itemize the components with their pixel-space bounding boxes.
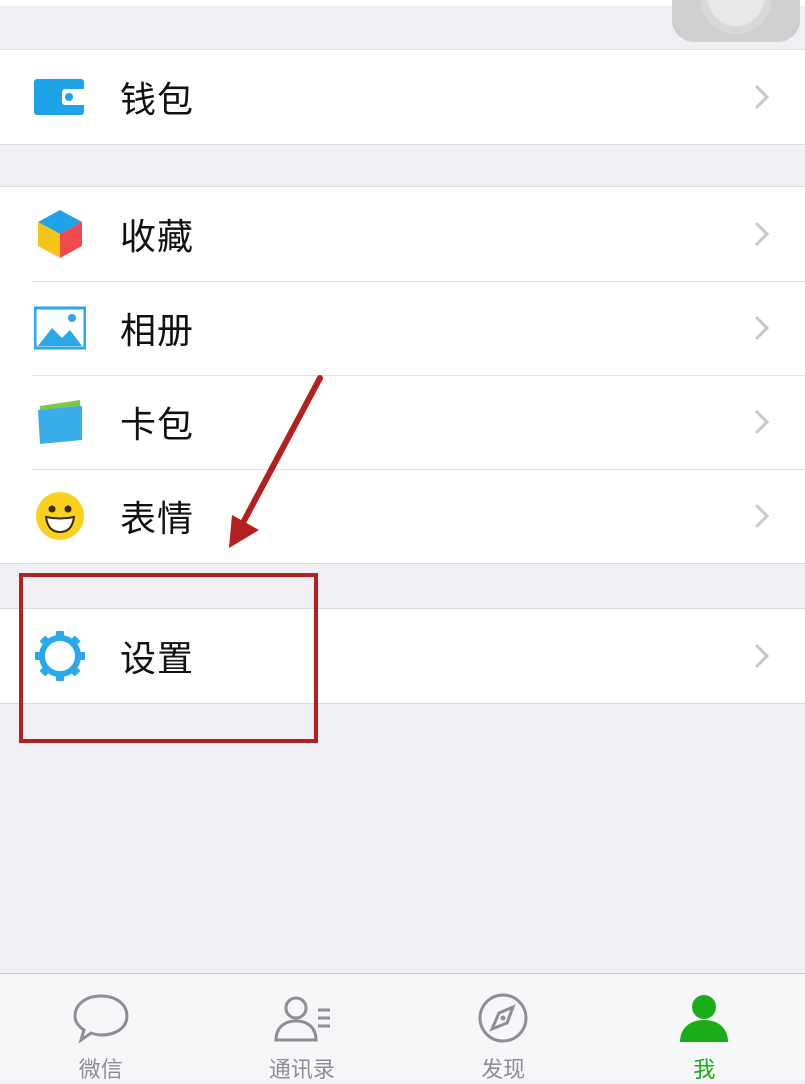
menu-item-label: 设置 bbox=[120, 639, 195, 680]
chevron-right-icon bbox=[751, 641, 773, 671]
assistive-touch-button[interactable] bbox=[672, 0, 800, 42]
card-wallet-icon bbox=[34, 396, 86, 448]
tab-label: 我 bbox=[693, 1058, 716, 1083]
chat-bubble-icon bbox=[71, 992, 131, 1044]
settings-gear-icon bbox=[34, 630, 86, 682]
wallet-icon bbox=[34, 71, 86, 123]
album-photo-icon bbox=[34, 302, 86, 354]
chevron-right-icon bbox=[751, 219, 773, 249]
menu-item-label: 钱包 bbox=[120, 80, 195, 121]
chevron-right-icon bbox=[751, 501, 773, 531]
chevron-right-icon bbox=[751, 82, 773, 112]
features-group: 收藏 相册 卡包 表情 bbox=[0, 186, 805, 564]
menu-item-label: 相册 bbox=[120, 311, 195, 352]
person-icon bbox=[674, 992, 734, 1044]
menu-item-label: 卡包 bbox=[120, 405, 195, 446]
tab-chats[interactable]: 微信 bbox=[0, 974, 201, 1083]
menu-item-wallet[interactable]: 钱包 bbox=[0, 50, 805, 144]
compass-icon bbox=[473, 992, 533, 1044]
chevron-right-icon bbox=[751, 407, 773, 437]
smiley-face-icon bbox=[34, 490, 86, 542]
tab-label: 发现 bbox=[481, 1058, 526, 1083]
menu-item-album[interactable]: 相册 bbox=[0, 281, 805, 375]
favorites-cube-icon bbox=[34, 208, 86, 260]
menu-item-label: 表情 bbox=[120, 499, 195, 540]
bottom-tab-bar: 微信 通讯录 发现 我 bbox=[0, 973, 805, 1083]
tab-label: 微信 bbox=[78, 1058, 123, 1083]
menu-item-label: 收藏 bbox=[120, 217, 195, 258]
contacts-icon bbox=[272, 992, 332, 1044]
tab-discover[interactable]: 发现 bbox=[403, 974, 604, 1083]
wallet-group: 钱包 bbox=[0, 49, 805, 145]
me-page: 钱包 收藏 相册 卡包 表情 设置 微信 通讯录 发现 我 bbox=[0, 0, 805, 1083]
tab-contacts[interactable]: 通讯录 bbox=[201, 974, 402, 1083]
chevron-right-icon bbox=[751, 313, 773, 343]
settings-group: 设置 bbox=[0, 608, 805, 704]
menu-item-settings[interactable]: 设置 bbox=[0, 609, 805, 703]
menu-item-favorites[interactable]: 收藏 bbox=[0, 187, 805, 281]
tab-me[interactable]: 我 bbox=[604, 974, 805, 1083]
tab-label: 通讯录 bbox=[268, 1058, 335, 1083]
menu-item-card-wallet[interactable]: 卡包 bbox=[0, 375, 805, 469]
menu-item-stickers[interactable]: 表情 bbox=[0, 469, 805, 563]
